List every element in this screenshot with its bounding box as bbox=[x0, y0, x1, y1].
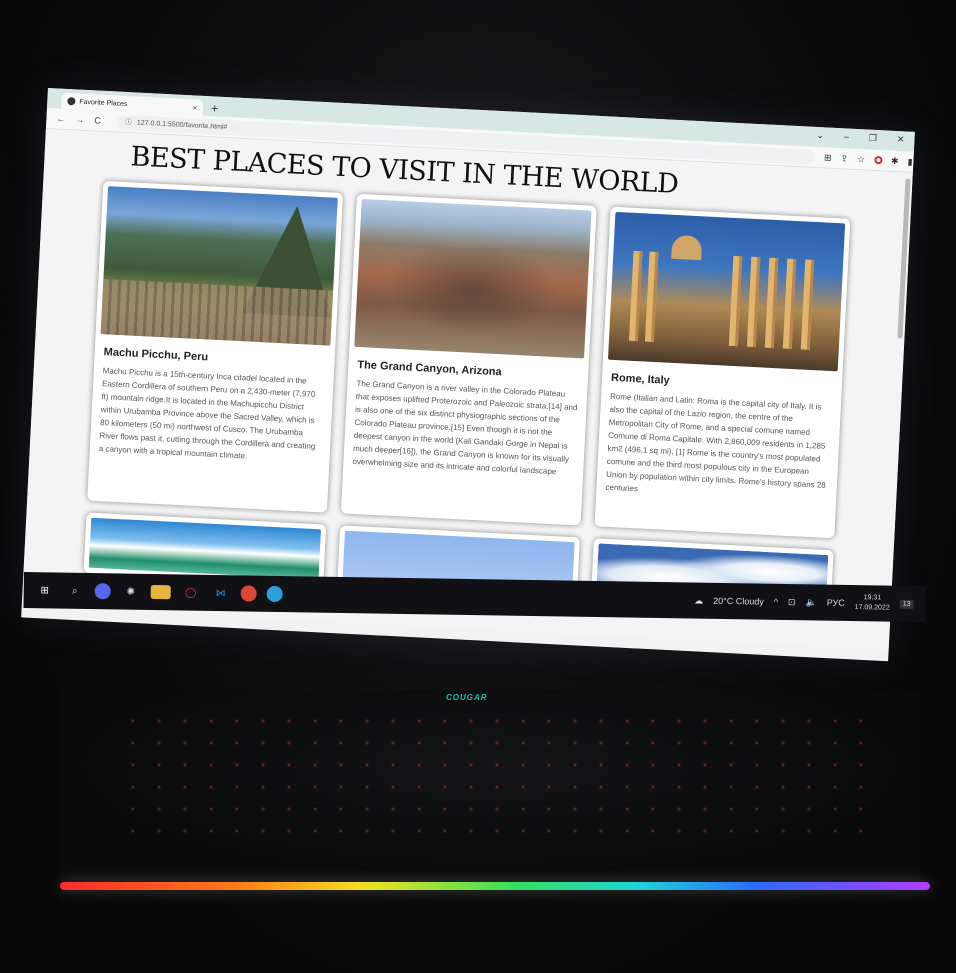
rome-image bbox=[607, 211, 846, 372]
file-explorer-icon[interactable] bbox=[150, 584, 171, 600]
star-icon[interactable]: ☆ bbox=[857, 154, 866, 165]
telegram-icon[interactable] bbox=[266, 585, 283, 603]
machu-picchu-image bbox=[100, 186, 338, 346]
url-text: 127.0.0.1:5500/favorite.html# bbox=[136, 119, 228, 131]
back-button[interactable]: ← bbox=[56, 113, 65, 123]
forward-button[interactable]: → bbox=[75, 114, 84, 124]
info-icon[interactable]: ⓘ bbox=[125, 117, 132, 127]
close-window-button[interactable]: ✕ bbox=[897, 134, 905, 145]
share-icon[interactable]: ⇪ bbox=[840, 153, 848, 164]
place-card-rome: Rome, Italy Rome (Italian and Latin: Rom… bbox=[594, 206, 851, 539]
chrome-icon[interactable] bbox=[240, 585, 257, 602]
extension-toolbar: ⊞ ⇪ ☆ ✱ ▮ ⋮ bbox=[824, 152, 915, 169]
places-grid: Machu Picchu, Peru Machu Picchu is a 15t… bbox=[87, 180, 910, 541]
search-icon[interactable]: ⌕ bbox=[65, 581, 85, 601]
rgb-light-bar bbox=[60, 882, 930, 890]
tab-close-icon[interactable]: × bbox=[192, 103, 197, 112]
tab-search-icon[interactable]: ⌄ bbox=[816, 130, 824, 141]
beach-image bbox=[88, 517, 322, 580]
sidebar-icon[interactable]: ▮ bbox=[907, 156, 912, 167]
network-icon[interactable]: ⊡ bbox=[788, 597, 796, 608]
tray-overflow-icon[interactable]: ^ bbox=[774, 597, 778, 607]
card-description: The Grand Canyon is a river valley in th… bbox=[352, 378, 578, 477]
card-description: Rome (Italian and Latin: Roma is the cap… bbox=[605, 391, 826, 494]
place-card-machu-picchu: Machu Picchu, Peru Machu Picchu is a 15t… bbox=[87, 180, 344, 513]
clock-date: 17.09.2022 bbox=[854, 604, 890, 612]
clock[interactable]: 19:31 17.09.2022 bbox=[855, 593, 890, 614]
globe-icon bbox=[67, 97, 76, 106]
steam-icon[interactable]: ✺ bbox=[121, 582, 141, 602]
language-indicator[interactable]: РУС bbox=[827, 598, 845, 608]
windows-start-icon[interactable]: ⊞ bbox=[35, 580, 55, 600]
extensions-icon[interactable]: ✱ bbox=[891, 155, 899, 166]
translate-icon[interactable]: ⊞ bbox=[824, 152, 832, 163]
tab-title: Favorite Places bbox=[79, 98, 128, 108]
system-tray: ☁ 20°C Cloudy ^ ⊡ 🔈 РУС 19:31 17.09.2022… bbox=[694, 591, 926, 615]
opera-icon[interactable]: ◯ bbox=[181, 582, 201, 602]
clock-time: 19:31 bbox=[863, 594, 882, 602]
notifications-badge[interactable]: 13 bbox=[899, 599, 914, 609]
weather-text[interactable]: 20°C Cloudy bbox=[713, 596, 764, 607]
new-tab-button[interactable]: + bbox=[211, 100, 219, 116]
page-content: BEST PLACES TO VISIT IN THE WORLD Machu … bbox=[21, 128, 913, 651]
place-card-grand-canyon: The Grand Canyon, Arizona The Grand Cany… bbox=[340, 193, 597, 526]
keyboard-backlight bbox=[120, 710, 880, 840]
vscode-icon[interactable]: ⋈ bbox=[211, 583, 231, 603]
weather-icon[interactable]: ☁ bbox=[694, 595, 703, 606]
reload-button[interactable]: C bbox=[94, 115, 101, 125]
card-description: Machu Picchu is a 15th-century Inca cita… bbox=[98, 366, 316, 461]
discord-icon[interactable] bbox=[94, 583, 111, 600]
grand-canyon-image bbox=[354, 199, 592, 359]
window-controls: ⌄ – ❐ ✕ bbox=[816, 130, 905, 145]
opera-icon[interactable] bbox=[873, 155, 883, 165]
maximize-button[interactable]: ❐ bbox=[869, 133, 878, 144]
minimize-button[interactable]: – bbox=[844, 131, 850, 142]
volume-icon[interactable]: 🔈 bbox=[805, 597, 816, 608]
brand-logo: COUGAR bbox=[446, 693, 488, 702]
